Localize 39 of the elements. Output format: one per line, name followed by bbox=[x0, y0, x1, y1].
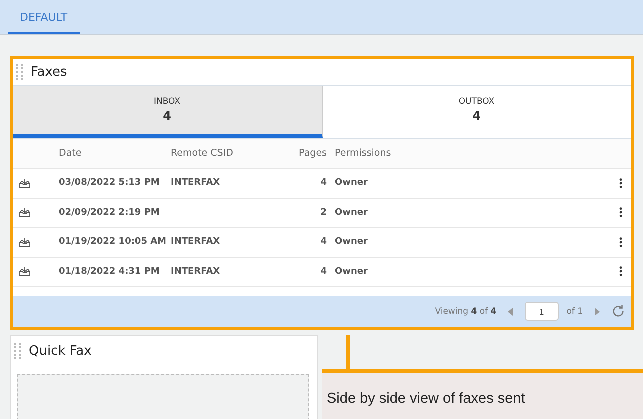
inbox-tray-icon bbox=[19, 178, 31, 189]
previous-page-icon[interactable] bbox=[508, 308, 514, 316]
more-icon[interactable] bbox=[619, 207, 623, 218]
tab[interactable]: INBOX 4 bbox=[13, 86, 322, 138]
next-page-icon[interactable] bbox=[594, 308, 600, 316]
page-field[interactable]: 1 bbox=[524, 302, 559, 321]
drag-handle-icon[interactable] bbox=[14, 343, 21, 359]
more-icon[interactable] bbox=[619, 266, 623, 278]
callout-text: Side by side view of faxes sent bbox=[327, 391, 526, 407]
table-cell-text: 01/18/2022 4:31 PM bbox=[59, 266, 161, 277]
column-header[interactable]: Remote CSID bbox=[171, 148, 283, 159]
tab[interactable]: DEFAULT bbox=[8, 11, 80, 34]
page-total: of 1 bbox=[566, 306, 583, 316]
table-cell-text: INTERFAX bbox=[171, 237, 222, 248]
table-cell-text: 4 bbox=[320, 178, 327, 188]
drag-handle-icon[interactable] bbox=[16, 64, 23, 80]
refresh-icon[interactable] bbox=[611, 304, 626, 319]
inbox-tray-icon bbox=[19, 207, 31, 218]
table-cell-text: Owner bbox=[335, 178, 369, 188]
table-cell-text: 4 bbox=[320, 266, 327, 277]
table-cell-text: 2 bbox=[320, 208, 327, 218]
table-cell-text: 4 bbox=[320, 237, 327, 248]
table-cell-text: Owner bbox=[335, 208, 369, 218]
inbox-tray-icon bbox=[19, 236, 31, 248]
column-header[interactable]: Date bbox=[59, 148, 163, 159]
table-cell-text: INTERFAX bbox=[171, 266, 222, 277]
more-icon[interactable] bbox=[619, 236, 623, 248]
record-count: Viewing 4 of 4 bbox=[435, 306, 497, 316]
table-cell-text: 03/08/2022 5:13 PM bbox=[59, 178, 161, 188]
table-cell-text: Owner bbox=[335, 266, 369, 277]
table-cell-text: 02/09/2022 2:19 PM bbox=[59, 208, 161, 218]
table-cell-text: INTERFAX bbox=[171, 178, 222, 188]
table-cell-text: Owner bbox=[335, 237, 369, 248]
column-header[interactable]: Permissions bbox=[335, 148, 603, 159]
panel-title: Quick Fax bbox=[29, 344, 92, 358]
panel-title: Faxes bbox=[31, 64, 68, 80]
column-header[interactable]: Pages bbox=[291, 148, 327, 159]
more-icon[interactable] bbox=[619, 178, 623, 189]
inbox-tray-icon bbox=[19, 266, 31, 278]
